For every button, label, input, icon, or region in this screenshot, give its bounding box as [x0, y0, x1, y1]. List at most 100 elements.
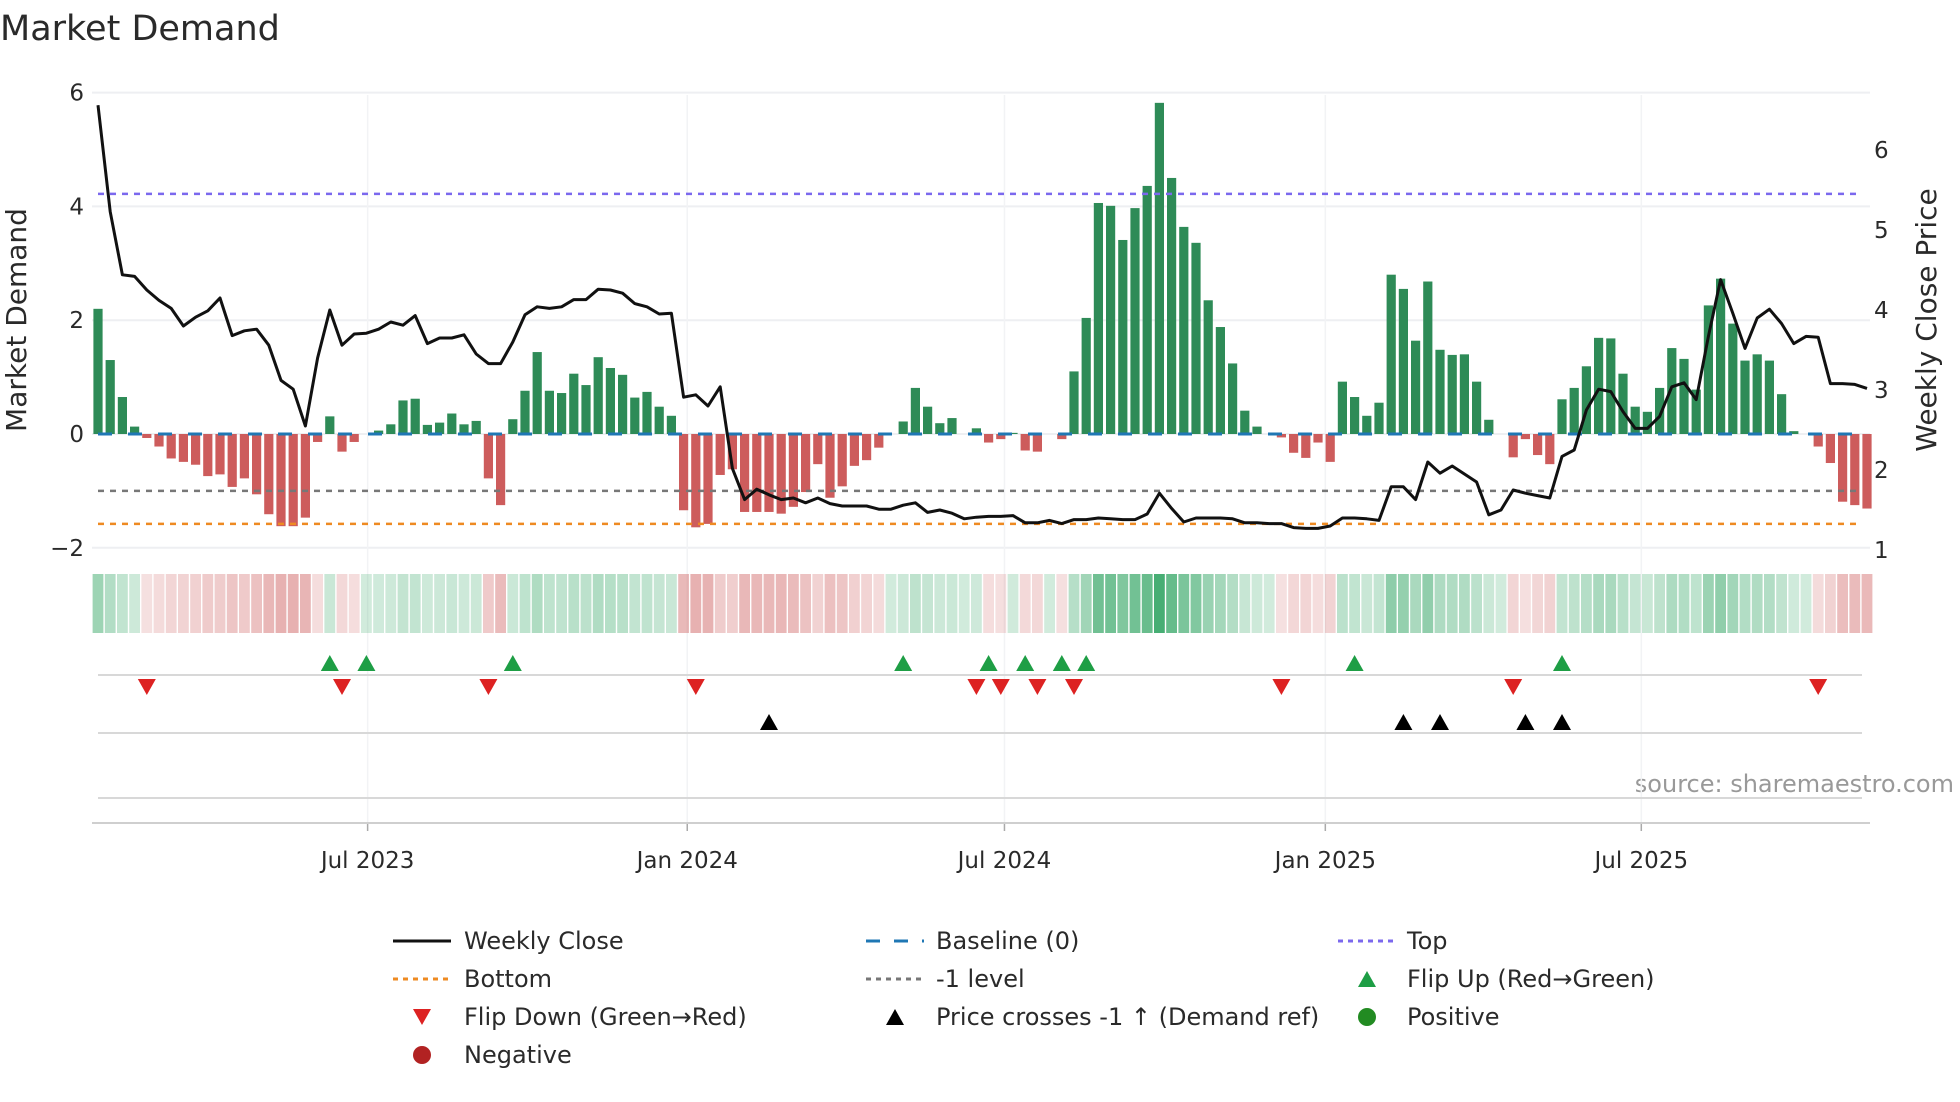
demand-strip-cell — [1361, 574, 1373, 633]
legend-label: Positive — [1407, 1003, 1500, 1031]
weekly-close-line — [96, 105, 1868, 530]
flip-down-marker — [479, 679, 498, 695]
flip-down-marker — [686, 679, 705, 695]
demand-strip-cell — [1007, 574, 1019, 633]
demand-strip-cell — [373, 574, 384, 633]
legend-label: Bottom — [464, 965, 552, 993]
demand-strip-cell — [1471, 574, 1482, 633]
demand-strip-cell — [361, 574, 372, 633]
demand-strip-cell — [1190, 574, 1202, 633]
demand-strip-cell — [202, 574, 214, 633]
demand-strip-cell — [544, 574, 555, 633]
legend-dot-red-icon — [413, 1046, 431, 1064]
demand-strip-cell — [1605, 574, 1617, 633]
demand-strip-cell — [1581, 574, 1592, 633]
demand-strip-cell — [483, 574, 494, 633]
demand-bar — [410, 398, 420, 434]
demand-strip-cell — [1349, 574, 1360, 633]
demand-bar — [935, 423, 945, 434]
demand-strip-cell — [763, 574, 775, 633]
x-tick-label: Jan 2024 — [635, 848, 738, 874]
demand-bar — [947, 418, 957, 434]
demand-strip-cell — [1800, 574, 1812, 633]
demand-bar — [1362, 415, 1372, 434]
demand-strip-cell — [1654, 574, 1665, 633]
demand-bar — [618, 374, 628, 434]
demand-bar — [910, 387, 920, 434]
flip-up-marker — [979, 655, 998, 671]
demand-strip-cell — [1507, 574, 1519, 633]
demand-strip-cell — [178, 574, 189, 633]
demand-strip-cell — [971, 574, 982, 633]
demand-bar — [1630, 406, 1640, 434]
demand-bar — [1179, 226, 1189, 434]
demand-strip-cell — [1812, 574, 1824, 633]
price-cross-marker — [760, 714, 778, 730]
legend-tri-up-green-icon — [1358, 971, 1376, 987]
demand-strip-cell — [519, 574, 531, 633]
demand-strip-cell — [1068, 574, 1080, 633]
demand-bar — [447, 413, 457, 434]
demand-bar — [691, 434, 701, 528]
demand-strip-cell — [1056, 574, 1068, 633]
flip-down-marker — [1809, 679, 1828, 695]
demand-strip-cell — [153, 574, 165, 633]
demand-strip-cell — [129, 574, 140, 633]
demand-bar — [605, 367, 615, 434]
demand-strip-cell — [788, 574, 799, 633]
demand-bar — [1313, 434, 1323, 443]
demand-bar — [1215, 327, 1225, 434]
demand-bar — [1813, 434, 1823, 447]
demand-bar — [1447, 354, 1457, 434]
demand-bar — [520, 390, 530, 434]
demand-strip-cell — [1385, 574, 1397, 633]
demand-strip-cell — [1422, 574, 1434, 633]
flip-up-marker — [894, 655, 913, 671]
demand-bar — [898, 421, 908, 434]
demand-strip-cell — [1166, 574, 1177, 633]
demand-strip-cell — [629, 574, 641, 633]
demand-bar — [1716, 278, 1726, 434]
demand-bar — [1569, 387, 1579, 434]
demand-bar — [1069, 371, 1079, 434]
demand-bar — [264, 434, 274, 515]
demand-bar — [1520, 434, 1530, 440]
demand-bar — [654, 406, 664, 434]
demand-strip-cell — [434, 574, 445, 633]
y2-tick-label: 1 — [1874, 538, 1889, 564]
demand-bar — [1020, 434, 1030, 451]
legend-label: Negative — [464, 1041, 572, 1069]
y-tick-label: 0 — [69, 422, 84, 448]
price-cross-marker — [1553, 714, 1571, 730]
demand-strip-cell — [1764, 574, 1775, 633]
y2-tick-label: 6 — [1874, 138, 1889, 164]
demand-strip-cell — [1044, 574, 1055, 633]
demand-bar — [1777, 394, 1787, 434]
demand-strip-cell — [1117, 574, 1129, 633]
demand-bar — [532, 352, 542, 434]
demand-bar — [1740, 360, 1750, 434]
demand-strip-cell — [226, 574, 238, 633]
demand-strip-cell — [190, 574, 201, 633]
demand-strip-cell — [1751, 574, 1763, 633]
demand-bar — [1252, 426, 1262, 434]
demand-bar — [1142, 185, 1152, 434]
demand-bar — [1557, 399, 1567, 434]
demand-strip-cell — [690, 574, 702, 633]
demand-strip-cell — [1593, 574, 1604, 633]
y2-tick-label: 2 — [1874, 458, 1889, 484]
demand-strip-cell — [983, 574, 994, 633]
demand-strip-cell — [1141, 574, 1153, 633]
demand-bar — [630, 397, 640, 434]
demand-strip-cell — [531, 574, 543, 633]
demand-bar — [1850, 434, 1860, 506]
demand-bar — [300, 434, 310, 518]
x-tick-label: Jul 2025 — [1592, 848, 1688, 874]
demand-bar — [1228, 363, 1238, 434]
demand-bar — [874, 434, 884, 448]
flip-up-marker — [1345, 655, 1364, 671]
flip-down-marker — [967, 679, 986, 695]
demand-bar — [1423, 281, 1433, 434]
demand-bar — [471, 420, 481, 434]
demand-strip-cell — [1398, 574, 1409, 633]
